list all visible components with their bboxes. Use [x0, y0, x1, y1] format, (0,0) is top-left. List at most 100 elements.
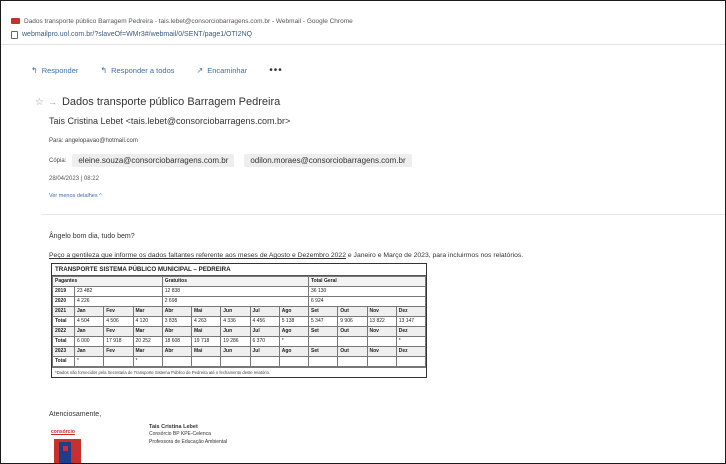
more-options-button[interactable]: •••: [269, 65, 283, 76]
cc-chip[interactable]: odilon.moraes@consorciobarragens.com.br: [244, 154, 412, 167]
signature-role: Professora de Educação Ambiental: [149, 438, 228, 445]
message-date: 28/04/2023 | 08:22: [49, 176, 99, 182]
table-row: Pagantes Gratuitos Total Geral: [52, 276, 426, 287]
table-cell: Abr: [161, 326, 193, 337]
table-cell: Jan: [73, 346, 105, 357]
table-cell: 3 835: [161, 316, 193, 327]
table-cell: 36 130: [308, 286, 426, 297]
reply-label: Responder: [41, 66, 79, 75]
signature-name: Tais Cristina Lebet: [149, 424, 198, 430]
table-cell: [366, 336, 397, 347]
address-bar[interactable]: webmailpro.uol.com.br/?slaveOf=WMr3#/web…: [11, 27, 711, 41]
forward-button[interactable]: ↗ Encaminhar: [197, 66, 248, 75]
table-cell: Mai: [190, 346, 222, 357]
table-cell: [249, 356, 280, 367]
address-url[interactable]: webmailpro.uol.com.br/?slaveOf=WMr3#/web…: [22, 31, 252, 38]
table-cell: 4 336: [220, 316, 251, 327]
table-cell: *: [278, 336, 310, 347]
table-cell: Jun: [220, 326, 251, 337]
table-cell: Set: [307, 326, 339, 337]
table-cell: [395, 356, 427, 367]
cc-chip[interactable]: eleine.souza@consorciobarragens.com.br: [72, 154, 235, 167]
table-cell: [190, 356, 222, 367]
divider: [41, 214, 725, 215]
table-cell: *: [132, 356, 163, 367]
reply-all-icon: ↰: [100, 66, 108, 75]
reply-all-button[interactable]: ↰ Responder a todos: [100, 66, 174, 75]
table-cell: Ago: [278, 326, 310, 337]
message-toolbar: ↰ Responder ↰ Responder a todos ↗ Encami…: [31, 65, 305, 76]
transport-data-table: TRANSPORTE SISTEMA PÚBLICO MUNICIPAL – P…: [51, 263, 427, 378]
table-cell: Jul: [249, 326, 280, 337]
table-cell: Set: [307, 346, 339, 357]
table-cell: Mar: [132, 326, 163, 337]
table-cell: Fev: [103, 346, 134, 357]
table-cell: Out: [337, 326, 368, 337]
intro-underlined: Peço a gentileza que informe os dados fa…: [49, 252, 346, 259]
table-cell: Mar: [132, 346, 163, 357]
sender-line: Tais Cristina Lebet <tais.lebet@consorci…: [49, 116, 290, 126]
table-cell: 18 608: [161, 336, 193, 347]
to-address[interactable]: angelopavao@hotmail.com: [65, 138, 138, 144]
forward-label: Encaminhar: [207, 66, 248, 75]
reply-button[interactable]: ↰ Responder: [31, 66, 78, 75]
table-cell: 20 252: [132, 336, 163, 347]
table-footnote: *Dados não fornecidos pela Secretaria de…: [52, 367, 426, 377]
table-cell: [366, 356, 397, 367]
lock-icon: [11, 31, 18, 39]
table-cell: 4 263: [190, 316, 222, 327]
table-row: Total 6 000 17 918 20 252 18 608 19 718 19 286…: [52, 336, 427, 347]
signature-company: Consórcio BP KPE-Celenca: [149, 431, 211, 438]
table-cell: Pagantes: [52, 276, 163, 287]
hide-details-link[interactable]: Ver menos detalhes ^: [49, 193, 102, 199]
table-cell: Fev: [103, 326, 134, 337]
intro-rest: e Janeiro e Março de 2023, para incluirm…: [345, 252, 524, 259]
table-cell: Total: [52, 316, 75, 327]
table-cell: 4 226: [74, 296, 163, 307]
table-cell: 19 286: [220, 336, 251, 347]
table-cell: Jun: [220, 346, 251, 357]
table-cell: 4 456: [249, 316, 280, 327]
table-cell: Jun: [220, 306, 251, 317]
table-cell: Nov: [366, 306, 397, 317]
table-cell: 5 138: [278, 316, 310, 327]
table-cell: 6 924: [308, 296, 426, 307]
table-cell: Total Geral: [308, 276, 426, 287]
intro-text: Peço a gentileza que informe os dados fa…: [49, 252, 523, 259]
table-cell: Dez: [395, 346, 427, 357]
table-row: 2023 Jan Fev Mar Abr Mai Jun Jul Ago Set Out Nov Dez: [52, 346, 427, 357]
table-cell: [161, 356, 193, 367]
forward-icon: ↗: [196, 66, 204, 75]
table-cell: Jan: [73, 326, 105, 337]
greeting-text: Ângelo bom dia, tudo bem?: [49, 233, 135, 240]
email-signature: Tais Cristina Lebet Consórcio BP KPE-Cel…: [149, 424, 227, 446]
table-cell: *: [395, 336, 427, 347]
divider: [1, 44, 725, 45]
table-cell: 2023: [52, 346, 75, 357]
closing-text: Atenciosamente,: [49, 411, 102, 418]
sender-email: <tais.lebet@consorciobarragens.com.br>: [125, 116, 291, 126]
table-cell: Nov: [366, 346, 397, 357]
table-cell: 19 718: [190, 336, 222, 347]
to-label: Para:: [49, 138, 64, 144]
recipient-line: Para: angelopavao@hotmail.com: [49, 138, 138, 144]
table-cell: 4 504: [73, 316, 105, 327]
table-cell: Ago: [278, 306, 310, 317]
table-cell: Ago: [278, 346, 310, 357]
table-cell: [337, 336, 368, 347]
table-cell: Total: [52, 336, 75, 347]
table-cell: Gratuitos: [161, 276, 310, 287]
table-cell: [278, 356, 310, 367]
table-cell: 9 906: [337, 316, 368, 327]
star-icon[interactable]: ☆: [35, 97, 44, 108]
sender-name[interactable]: Tais Cristina Lebet: [49, 116, 123, 126]
logo-mark-icon: [54, 439, 81, 463]
table-cell: Jul: [249, 306, 280, 317]
table-cell: Abr: [161, 306, 193, 317]
table-cell: Dez: [395, 306, 427, 317]
table-cell: 13 822: [366, 316, 397, 327]
table-row: 2020 4 226 2 698 6 924: [52, 296, 426, 307]
table-row: 2019 23 482 12 838 36 130: [52, 286, 426, 297]
logo-wordmark: consórcio: [51, 429, 75, 435]
table-cell: 13 147: [395, 316, 427, 327]
